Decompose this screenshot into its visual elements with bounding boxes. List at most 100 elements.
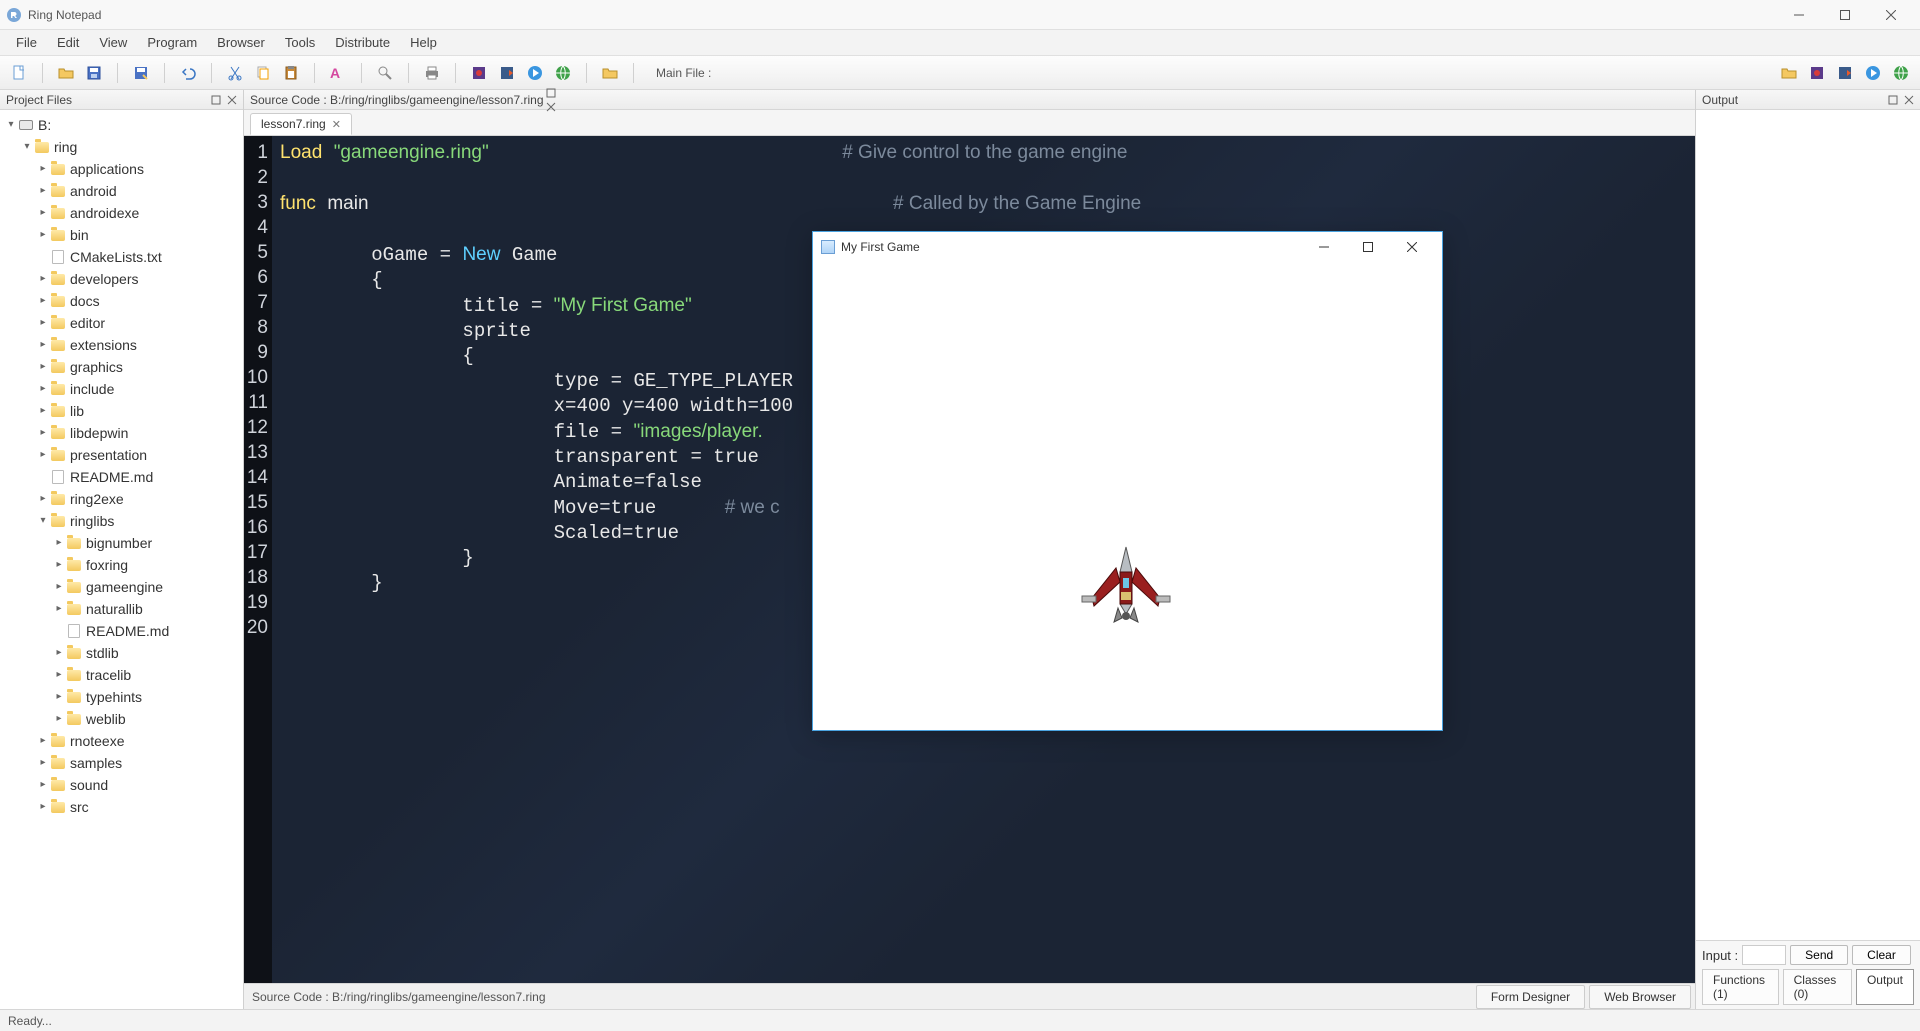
tree-ringlibs[interactable]: ▾ringlibs — [4, 510, 243, 532]
tree-item-ring2exe[interactable]: ▸ring2exe — [4, 488, 243, 510]
project-tree[interactable]: ▾B:▾ring▸applications▸android▸androidexe… — [0, 110, 243, 1009]
tree-item-docs[interactable]: ▸docs — [4, 290, 243, 312]
open-folder-icon[interactable] — [599, 62, 621, 84]
undo-icon[interactable] — [177, 62, 199, 84]
game-window[interactable]: My First Game — [812, 231, 1443, 731]
tree-item-README-md[interactable]: README.md — [4, 466, 243, 488]
tree-item-bin[interactable]: ▸bin — [4, 224, 243, 246]
main-run-nogui-icon[interactable] — [1834, 62, 1856, 84]
run-nogui-icon[interactable] — [496, 62, 518, 84]
save-file-icon[interactable] — [83, 62, 105, 84]
tree-item-include[interactable]: ▸include — [4, 378, 243, 400]
open-file-icon[interactable] — [55, 62, 77, 84]
paste-icon[interactable] — [280, 62, 302, 84]
game-maximize-button[interactable] — [1346, 233, 1390, 261]
tree-item-foxring[interactable]: ▸foxring — [4, 554, 243, 576]
tree-item-rnoteexe[interactable]: ▸rnoteexe — [4, 730, 243, 752]
tree-item-libdepwin[interactable]: ▸libdepwin — [4, 422, 243, 444]
new-file-icon[interactable] — [8, 62, 30, 84]
tree-item-extensions[interactable]: ▸extensions — [4, 334, 243, 356]
run-web-icon[interactable] — [552, 62, 574, 84]
tree-item-CMakeLists-txt[interactable]: CMakeLists.txt — [4, 246, 243, 268]
panel-close-icon[interactable] — [225, 93, 239, 107]
tree-label: foxring — [86, 554, 128, 576]
tree-item-README-md[interactable]: README.md — [4, 620, 243, 642]
main-run-icon[interactable] — [1862, 62, 1884, 84]
tree-label: android — [70, 180, 117, 202]
tree-item-stdlib[interactable]: ▸stdlib — [4, 642, 243, 664]
project-files-header: Project Files — [0, 90, 243, 110]
tree-item-typehints[interactable]: ▸typehints — [4, 686, 243, 708]
tab-form-designer[interactable]: Form Designer — [1476, 985, 1585, 1009]
set-main-file-icon[interactable] — [1778, 62, 1800, 84]
menu-tools[interactable]: Tools — [275, 31, 325, 54]
tree-item-bignumber[interactable]: ▸bignumber — [4, 532, 243, 554]
menu-help[interactable]: Help — [400, 31, 447, 54]
output-close-icon[interactable] — [1902, 93, 1916, 107]
menu-view[interactable]: View — [89, 31, 137, 54]
folder-icon — [50, 777, 66, 793]
tree-item-developers[interactable]: ▸developers — [4, 268, 243, 290]
tab-classes[interactable]: Classes (0) — [1783, 969, 1852, 1005]
find-icon[interactable] — [374, 62, 396, 84]
tree-item-lib[interactable]: ▸lib — [4, 400, 243, 422]
game-canvas[interactable] — [813, 262, 1442, 730]
menu-edit[interactable]: Edit — [47, 31, 89, 54]
font-icon[interactable]: A — [327, 62, 349, 84]
menu-file[interactable]: File — [6, 31, 47, 54]
folder-icon — [66, 557, 82, 573]
copy-icon[interactable] — [252, 62, 274, 84]
main-run-web-icon[interactable] — [1890, 62, 1912, 84]
run-icon[interactable] — [524, 62, 546, 84]
close-button[interactable] — [1868, 0, 1914, 30]
game-minimize-button[interactable] — [1302, 233, 1346, 261]
game-titlebar[interactable]: My First Game — [813, 232, 1442, 262]
tree-ring[interactable]: ▾ring — [4, 136, 243, 158]
tree-drive[interactable]: ▾B: — [4, 114, 243, 136]
folder-icon — [66, 711, 82, 727]
tree-item-samples[interactable]: ▸samples — [4, 752, 243, 774]
tree-item-applications[interactable]: ▸applications — [4, 158, 243, 180]
source-code-path: Source Code : B:/ring/ringlibs/gameengin… — [250, 93, 544, 107]
tab-close-icon[interactable]: ✕ — [332, 118, 341, 131]
save-as-icon[interactable] — [130, 62, 152, 84]
tree-item-src[interactable]: ▸src — [4, 796, 243, 818]
game-close-button[interactable] — [1390, 233, 1434, 261]
editor-tab[interactable]: lesson7.ring ✕ — [250, 113, 352, 135]
debug-icon[interactable] — [468, 62, 490, 84]
tree-item-android[interactable]: ▸android — [4, 180, 243, 202]
editor-float-icon[interactable] — [544, 86, 558, 100]
maximize-button[interactable] — [1822, 0, 1868, 30]
tree-item-tracelib[interactable]: ▸tracelib — [4, 664, 243, 686]
tab-web-browser[interactable]: Web Browser — [1589, 985, 1691, 1009]
print-icon[interactable] — [421, 62, 443, 84]
output-input[interactable] — [1742, 945, 1786, 965]
tree-item-editor[interactable]: ▸editor — [4, 312, 243, 334]
folder-icon — [50, 161, 66, 177]
cut-icon[interactable] — [224, 62, 246, 84]
tree-item-naturallib[interactable]: ▸naturallib — [4, 598, 243, 620]
panel-float-icon[interactable] — [209, 93, 223, 107]
output-float-icon[interactable] — [1886, 93, 1900, 107]
menu-program[interactable]: Program — [137, 31, 207, 54]
tab-functions[interactable]: Functions (1) — [1702, 969, 1779, 1005]
tree-item-graphics[interactable]: ▸graphics — [4, 356, 243, 378]
output-body — [1696, 110, 1920, 940]
editor-close-icon[interactable] — [544, 100, 558, 114]
tree-label: ring2exe — [70, 488, 124, 510]
tree-item-weblib[interactable]: ▸weblib — [4, 708, 243, 730]
main-debug-icon[interactable] — [1806, 62, 1828, 84]
send-button[interactable]: Send — [1790, 945, 1848, 965]
tree-item-sound[interactable]: ▸sound — [4, 774, 243, 796]
tree-item-gameengine[interactable]: ▸gameengine — [4, 576, 243, 598]
minimize-button[interactable] — [1776, 0, 1822, 30]
output-panel: Output Input : Send Clear Functions (1) … — [1696, 90, 1920, 1009]
menu-distribute[interactable]: Distribute — [325, 31, 400, 54]
bottom-source-path: Source Code : B:/ring/ringlibs/gameengin… — [244, 990, 1476, 1004]
menu-browser[interactable]: Browser — [207, 31, 275, 54]
tab-output[interactable]: Output — [1856, 969, 1914, 1005]
clear-button[interactable]: Clear — [1852, 945, 1911, 965]
tree-item-presentation[interactable]: ▸presentation — [4, 444, 243, 466]
tree-item-androidexe[interactable]: ▸androidexe — [4, 202, 243, 224]
folder-icon — [50, 315, 66, 331]
